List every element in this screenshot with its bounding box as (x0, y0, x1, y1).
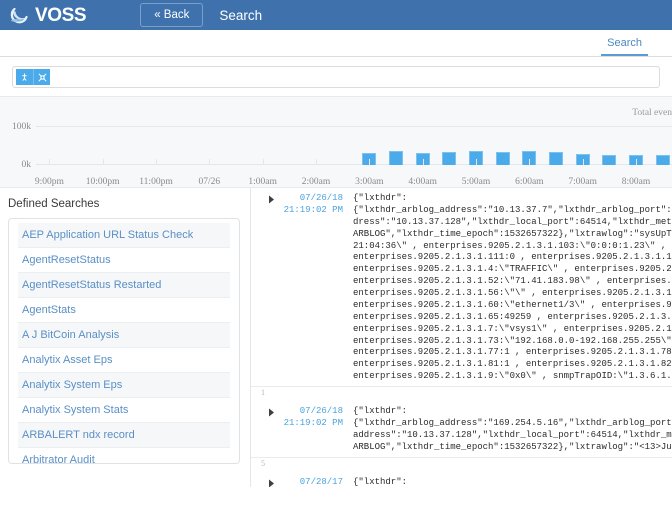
result-row[interactable]: 07/26/18 21:19:02 PM {"lxthdr": {"lxthdr_a… (251, 401, 672, 458)
defined-search-item[interactable]: Arbitrator Audit (18, 448, 230, 463)
defined-search-item[interactable]: Analytix System Stats (18, 398, 230, 423)
result-raw-log: {"lxthdr": {"lxthdr_local_address":"/dev… (353, 476, 408, 487)
chart-bar[interactable] (655, 154, 670, 165)
pin-icon-button[interactable] (16, 69, 33, 85)
back-button[interactable]: « Back (140, 3, 204, 27)
filter-input-box[interactable] (12, 66, 660, 88)
chart-x-tick-label: 4:00am (408, 177, 437, 187)
result-gutter: 5 (251, 458, 672, 472)
defined-search-item[interactable]: ARBALERT ndx record (18, 423, 230, 448)
chart-x-tick-mark (476, 159, 477, 165)
defined-search-item[interactable]: AgentStats (18, 298, 230, 323)
expand-caret-icon[interactable] (265, 406, 277, 417)
events-timeline-chart: Total even 0k 100k 9:00pm 10:00pm 11:00pm 07/… (0, 96, 672, 188)
voss-swoosh-logo-icon (10, 4, 32, 26)
chart-x-tick-label: 2:00am (301, 177, 331, 187)
chart-x-tick-mark (262, 159, 264, 165)
result-row[interactable]: 07/26/18 21:19:02 PM {"lxthdr": {"lxthdr_a… (251, 188, 672, 387)
result-row[interactable]: 07/28/1713:08:00 PM {"lxthdr": {"lxthdr_l… (251, 472, 672, 488)
expand-icon-button[interactable] (33, 69, 50, 85)
chart-x-tick-label: 8:00am (621, 177, 651, 187)
chart-x-tick-label: 6:00am (515, 177, 544, 187)
result-gutter: 1 (251, 387, 672, 401)
chart-x-tick-label: 7:00am (568, 177, 597, 187)
defined-search-item[interactable]: A J BitCoin Analysis (18, 323, 230, 348)
defined-searches-title: Defined Searches (8, 198, 100, 210)
result-timestamp[interactable]: 07/26/18 21:19:02 PM (277, 406, 343, 430)
chart-y-tick-label: 100k (12, 122, 31, 132)
result-row-number (251, 193, 265, 195)
chart-x-tick-mark (422, 159, 424, 165)
chart-x-tick-label: 3:00am (355, 177, 384, 187)
chart-bar[interactable] (389, 150, 403, 165)
result-row-number (251, 477, 265, 479)
defined-search-item[interactable]: Analytix Asset Eps (18, 348, 230, 373)
result-timestamp[interactable]: 07/26/18 21:19:02 PM (277, 193, 343, 217)
chart-x-tick-mark (209, 159, 211, 165)
result-raw-log: {"lxthdr": {"lxthdr_arblog_address":"10.… (353, 193, 672, 382)
result-row-number: 1 (261, 388, 265, 397)
chart-x-tick-mark (316, 159, 317, 165)
chart-x-tick-label: 1:00am (248, 177, 277, 187)
expand-caret-icon[interactable] (265, 477, 277, 487)
result-timestamp[interactable]: 07/28/1713:08:00 PM (277, 477, 343, 488)
chart-gridline (36, 126, 672, 127)
chart-bar[interactable] (549, 152, 563, 165)
chart-x-tick-mark (102, 159, 104, 165)
chart-x-tick-label: 07/26 (198, 177, 221, 187)
result-raw-log: {"lxthdr": {"lxthdr_arblog_address":"169… (353, 406, 672, 452)
content-area: Defined Searches AEP Application URL Sta… (0, 188, 672, 487)
chart-bar[interactable] (442, 152, 457, 165)
defined-searches-panel: Defined Searches AEP Application URL Sta… (0, 188, 250, 487)
chart-x-tick-mark (636, 159, 637, 165)
chart-x-tick-mark (582, 159, 584, 165)
chart-y-tick-label: 0k (21, 160, 32, 170)
defined-searches-list[interactable]: AEP Application URL Status Check AgentRes… (8, 218, 240, 464)
defined-search-item[interactable]: Analytix System Eps (18, 373, 230, 398)
chart-x-tick-mark (49, 159, 51, 165)
page-title: Search (219, 7, 263, 23)
app-header: VOSS « Back Search (0, 0, 672, 30)
chart-x-tick-label: 5:00am (461, 177, 491, 187)
chart-x-tick-label: 9:00pm (34, 177, 64, 187)
defined-search-item[interactable]: AgentResetStatus Restarted (18, 273, 230, 298)
search-results-panel[interactable]: 07/26/18 21:19:02 PM {"lxthdr": {"lxthdr_a… (250, 188, 672, 487)
expand-caret-icon[interactable] (265, 193, 277, 204)
brand-logo: VOSS (10, 4, 87, 26)
chart-x-tick-label: 10:00pm (85, 177, 120, 187)
chart-x-tick-mark (156, 159, 157, 165)
filter-bar (0, 57, 672, 96)
chart-plot-area: 0k 100k 9:00pm 10:00pm 11:00pm 07/26 1:00am 2:0… (12, 122, 672, 187)
chart-legend: Total even (632, 108, 672, 118)
tab-bar: Search (0, 30, 672, 57)
brand-name: VOSS (35, 4, 87, 26)
chart-bar[interactable] (602, 155, 617, 165)
result-row-number: 5 (261, 458, 265, 468)
result-row-number (251, 406, 265, 408)
defined-search-item[interactable]: AgentResetStatus (18, 248, 230, 273)
chart-x-tick-mark (529, 159, 531, 165)
chart-x-tick-mark (369, 159, 371, 165)
chart-x-tick-label: 11:00pm (139, 177, 173, 187)
chart-bar[interactable] (495, 152, 510, 165)
tab-search[interactable]: Search (601, 37, 648, 56)
defined-search-item[interactable]: AEP Application URL Status Check (18, 223, 230, 248)
